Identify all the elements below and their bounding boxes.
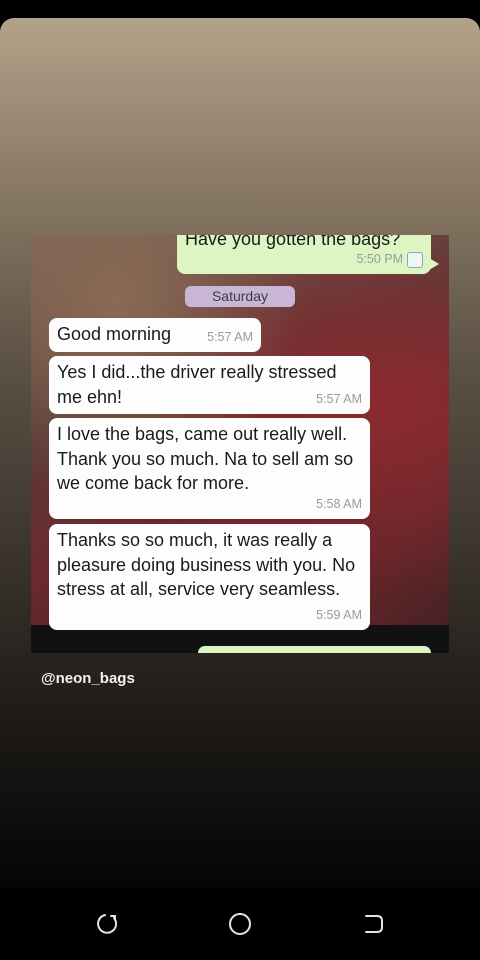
- message-time: 5:57 AM: [207, 329, 253, 344]
- incoming-message: Thanks so so much, it was really a pleas…: [49, 524, 370, 630]
- outgoing-message-partial: [198, 646, 431, 653]
- message-time: 5:58 AM: [316, 496, 362, 511]
- read-receipt-icon: [407, 252, 423, 268]
- message-time: 5:50 PM: [356, 251, 403, 266]
- status-bar: [0, 0, 480, 18]
- back-icon[interactable]: [359, 910, 387, 938]
- home-icon[interactable]: [226, 910, 254, 938]
- bubble-tail: [429, 258, 439, 270]
- message-text: I love the bags, came out really well. T…: [57, 424, 354, 493]
- incoming-message: Yes I did...the driver really stressed m…: [49, 356, 370, 414]
- navigation-bar: [0, 888, 480, 960]
- account-handle[interactable]: @neon_bags: [41, 670, 135, 687]
- message-time: 5:57 AM: [316, 391, 362, 406]
- message-text: Thanks so so much, it was really a pleas…: [57, 530, 356, 599]
- message-text: Yes I did...the driver really stressed m…: [57, 362, 337, 407]
- message-text: Good morning: [57, 324, 172, 344]
- incoming-message: Good morning 5:57 AM: [49, 318, 261, 352]
- incoming-message: I love the bags, came out really well. T…: [49, 418, 370, 519]
- message-time: 5:59 AM: [316, 607, 362, 622]
- recent-apps-icon[interactable]: [93, 910, 121, 938]
- date-separator: Saturday: [185, 286, 295, 307]
